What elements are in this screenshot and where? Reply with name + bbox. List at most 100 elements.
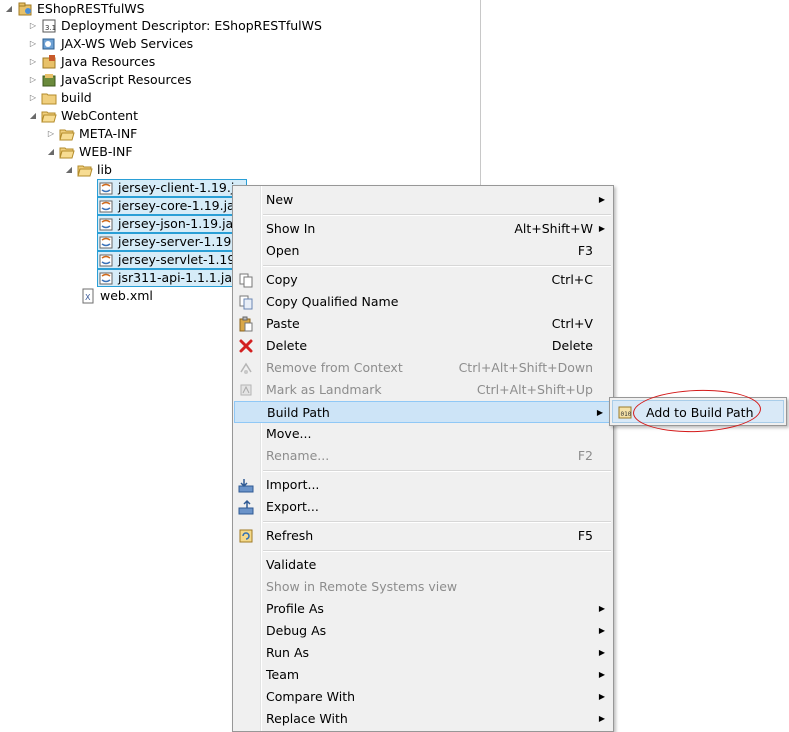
tree-node-project[interactable]: ◢ EShopRESTfulWS bbox=[4, 0, 145, 18]
open-folder-icon bbox=[59, 126, 75, 142]
tree-node-deployment-descriptor[interactable]: ▷ 3.1 Deployment Descriptor: EShopRESTfu… bbox=[28, 17, 322, 35]
jar-item-jersey-servlet[interactable]: jersey-servlet-1.19.j bbox=[97, 251, 248, 269]
menu-item-compare-with[interactable]: Compare With ▶ bbox=[233, 686, 613, 708]
menu-item-delete[interactable]: Delete Delete bbox=[233, 335, 613, 357]
menu-item-team[interactable]: Team ▶ bbox=[233, 664, 613, 686]
expanded-twistie-icon[interactable]: ◢ bbox=[4, 4, 14, 14]
menu-item-export[interactable]: Export... bbox=[233, 496, 613, 518]
menu-item-import[interactable]: Import... bbox=[233, 474, 613, 496]
context-menu: New ▶ Show In Alt+Shift+W ▶ Open F3 Copy… bbox=[232, 185, 614, 732]
menu-item-shortcut: Ctrl+Alt+Shift+Down bbox=[458, 360, 593, 375]
paste-icon bbox=[238, 316, 254, 332]
menu-item-label: Team bbox=[266, 667, 300, 682]
menu-item-label: Import... bbox=[266, 477, 320, 492]
expanded-twistie-icon[interactable]: ◢ bbox=[46, 147, 56, 157]
tree-node-web-xml[interactable]: X web.xml bbox=[80, 287, 153, 305]
menu-item-shortcut: F3 bbox=[577, 243, 593, 258]
folder-icon bbox=[41, 90, 57, 106]
menu-item-move[interactable]: Move... bbox=[233, 423, 613, 445]
menu-item-label: Replace With bbox=[266, 711, 348, 726]
submenu-arrow-icon: ▶ bbox=[598, 604, 605, 613]
menu-item-show-remote-systems: Show in Remote Systems view bbox=[233, 576, 613, 598]
expanded-twistie-icon[interactable]: ◢ bbox=[64, 165, 74, 175]
xml-file-icon: X bbox=[80, 288, 96, 304]
import-icon bbox=[238, 477, 254, 493]
remove-context-icon bbox=[238, 360, 254, 376]
menu-separator bbox=[263, 214, 611, 216]
submenu-arrow-icon: ▶ bbox=[598, 670, 605, 679]
submenu-arrow-icon: ▶ bbox=[598, 195, 605, 204]
tree-node-webcontent[interactable]: ◢ WebContent bbox=[28, 107, 138, 125]
menu-item-label: Copy bbox=[266, 272, 298, 287]
tree-node-lib[interactable]: ◢ lib bbox=[64, 161, 112, 179]
menu-item-shortcut: F2 bbox=[577, 448, 593, 463]
landmark-icon bbox=[238, 382, 254, 398]
menu-item-label: New bbox=[266, 192, 294, 207]
tree-node-meta-inf[interactable]: ▷ META-INF bbox=[46, 125, 137, 143]
collapsed-twistie-icon[interactable]: ▷ bbox=[28, 57, 38, 67]
menu-item-copy[interactable]: Copy Ctrl+C bbox=[233, 269, 613, 291]
jar-file-icon bbox=[98, 234, 114, 250]
tree-node-label: JAX-WS Web Services bbox=[61, 36, 194, 51]
menu-item-shortcut: Ctrl+V bbox=[551, 316, 593, 331]
menu-item-label: Delete bbox=[266, 338, 308, 353]
tree-node-build[interactable]: ▷ build bbox=[28, 89, 92, 107]
menu-item-shortcut: Ctrl+C bbox=[551, 272, 593, 287]
jar-file-icon bbox=[98, 252, 114, 268]
jar-file-icon bbox=[98, 180, 114, 196]
jar-item-jersey-server[interactable]: jersey-server-1.19.ja bbox=[97, 233, 252, 251]
menu-item-add-to-build-path[interactable]: 010 Add to Build Path bbox=[612, 400, 784, 423]
menu-item-label: Compare With bbox=[266, 689, 356, 704]
jar-item-jsr311-api[interactable]: jsr311-api-1.1.1.jar bbox=[97, 269, 243, 287]
menu-item-debug-as[interactable]: Debug As ▶ bbox=[233, 620, 613, 642]
menu-item-remove-from-context: Remove from Context Ctrl+Alt+Shift+Down bbox=[233, 357, 613, 379]
jar-item-jersey-client[interactable]: jersey-client-1.19.ja bbox=[97, 179, 247, 197]
menu-item-label: Show In bbox=[266, 221, 316, 236]
menu-item-new[interactable]: New ▶ bbox=[233, 189, 613, 211]
menu-item-copy-qualified-name[interactable]: Copy Qualified Name bbox=[233, 291, 613, 313]
jar-item-label: jersey-server-1.19.ja bbox=[118, 234, 247, 249]
web-services-icon bbox=[41, 36, 57, 52]
jar-file-icon bbox=[98, 270, 114, 286]
svg-text:010: 010 bbox=[621, 411, 632, 418]
jar-file-icon bbox=[98, 198, 114, 214]
jar-item-jersey-core[interactable]: jersey-core-1.19.jar bbox=[97, 197, 245, 215]
menu-item-show-in[interactable]: Show In Alt+Shift+W ▶ bbox=[233, 218, 613, 240]
menu-item-build-path[interactable]: Build Path ▶ bbox=[234, 401, 612, 423]
menu-item-replace-with[interactable]: Replace With ▶ bbox=[233, 708, 613, 730]
menu-item-run-as[interactable]: Run As ▶ bbox=[233, 642, 613, 664]
collapsed-twistie-icon[interactable]: ▷ bbox=[28, 21, 38, 31]
menu-item-paste[interactable]: Paste Ctrl+V bbox=[233, 313, 613, 335]
menu-separator bbox=[263, 470, 611, 472]
menu-item-open[interactable]: Open F3 bbox=[233, 240, 613, 262]
menu-item-profile-as[interactable]: Profile As ▶ bbox=[233, 598, 613, 620]
javascript-resources-icon bbox=[41, 72, 57, 88]
java-resources-icon bbox=[41, 54, 57, 70]
project-label: EShopRESTfulWS bbox=[37, 1, 145, 16]
copy-icon bbox=[238, 272, 254, 288]
collapsed-twistie-icon[interactable]: ▷ bbox=[28, 75, 38, 85]
menu-item-label: Run As bbox=[266, 645, 310, 660]
tree-node-label: lib bbox=[97, 162, 112, 177]
collapsed-twistie-icon[interactable]: ▷ bbox=[46, 129, 56, 139]
expanded-twistie-icon[interactable]: ◢ bbox=[28, 111, 38, 121]
collapsed-twistie-icon[interactable]: ▷ bbox=[28, 93, 38, 103]
menu-item-label: Paste bbox=[266, 316, 300, 331]
tree-node-web-inf[interactable]: ◢ WEB-INF bbox=[46, 143, 133, 161]
copy-qualified-name-icon bbox=[238, 294, 254, 310]
view-divider bbox=[480, 0, 481, 186]
tree-node-label: WebContent bbox=[61, 108, 138, 123]
submenu-arrow-icon: ▶ bbox=[598, 648, 605, 657]
jar-item-jersey-json[interactable]: jersey-json-1.19.jar bbox=[97, 215, 244, 233]
tree-node-javascript-resources[interactable]: ▷ JavaScript Resources bbox=[28, 71, 192, 89]
svg-text:3.1: 3.1 bbox=[45, 24, 56, 32]
menu-item-validate[interactable]: Validate bbox=[233, 554, 613, 576]
menu-separator bbox=[263, 521, 611, 523]
refresh-icon bbox=[238, 528, 254, 544]
collapsed-twistie-icon[interactable]: ▷ bbox=[28, 39, 38, 49]
submenu-arrow-icon: ▶ bbox=[598, 224, 605, 233]
tree-node-jaxws[interactable]: ▷ JAX-WS Web Services bbox=[28, 35, 193, 53]
menu-item-refresh[interactable]: Refresh F5 bbox=[233, 525, 613, 547]
tree-node-java-resources[interactable]: ▷ Java Resources bbox=[28, 53, 155, 71]
delete-icon bbox=[238, 338, 254, 354]
